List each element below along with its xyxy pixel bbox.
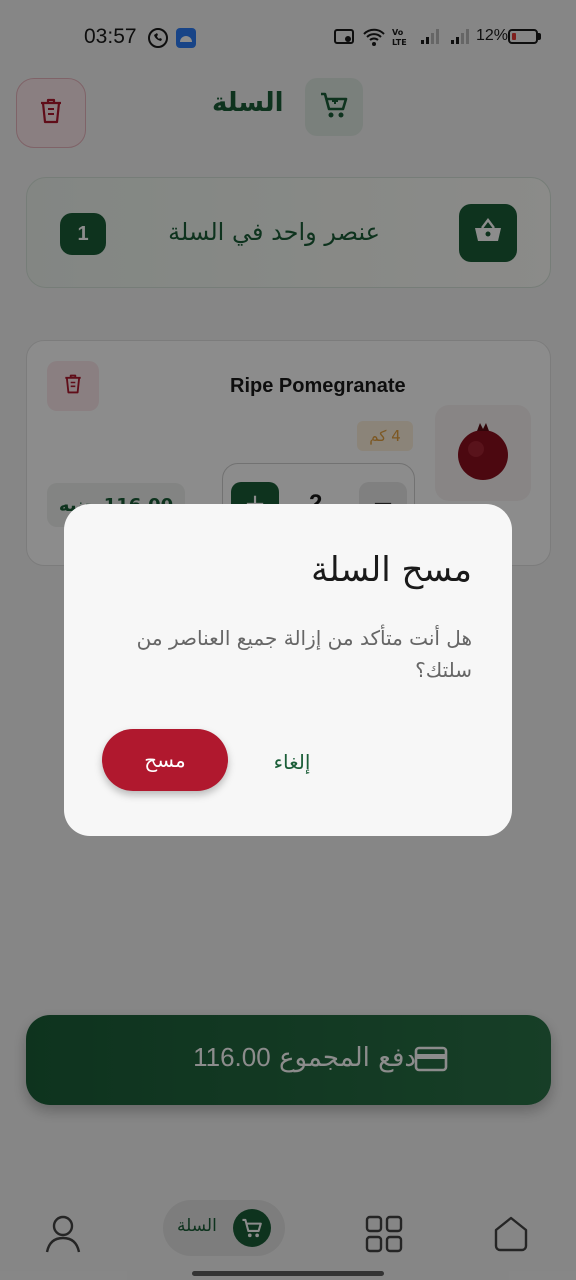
home-indicator[interactable] [192, 1271, 384, 1276]
dialog-message: هل أنت متأكد من إزالة جميع العناصر من سل… [136, 626, 472, 682]
cancel-button[interactable]: إلغاء [262, 746, 322, 778]
confirm-clear-button[interactable]: مسح [102, 729, 228, 791]
clear-cart-dialog: مسح السلة هل أنت متأكد من إزالة جميع الع… [64, 504, 512, 836]
dialog-title: مسح السلة [311, 550, 472, 590]
